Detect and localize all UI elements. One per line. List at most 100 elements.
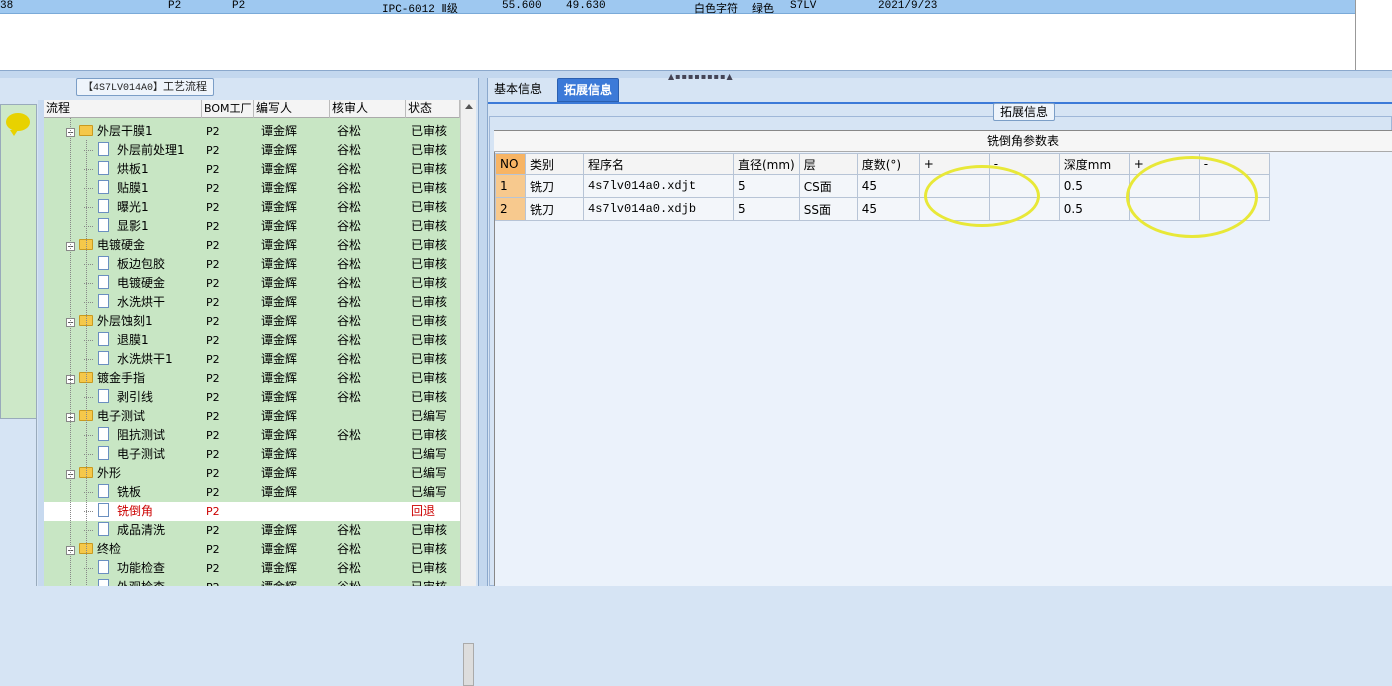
- tree-row-bom: P2: [206, 429, 220, 442]
- tree-row-status: 已审核: [411, 162, 448, 176]
- tree-row[interactable]: 电镀硬金 P2 谭金辉 谷松 已审核: [44, 274, 460, 293]
- document-icon: [98, 503, 109, 517]
- tree-row[interactable]: 电子测试 P2 谭金辉 已编写: [44, 445, 460, 464]
- tree-row[interactable]: 水洗烘干 P2 谭金辉 谷松 已审核: [44, 293, 460, 312]
- param-cell[interactable]: 45: [856, 197, 920, 221]
- chat-bubble-icon[interactable]: [6, 113, 30, 136]
- tree-row[interactable]: −外层蚀刻1 P2 谭金辉 谷松 已审核: [44, 312, 460, 331]
- param-cell[interactable]: 0.5: [1058, 174, 1130, 198]
- tree-row-bom: P2: [206, 296, 220, 309]
- tree-row-label: 贴膜1: [117, 181, 149, 195]
- tree-row-name: 烘板1: [84, 160, 149, 179]
- tree-row-status: 已审核: [411, 181, 448, 195]
- param-cell[interactable]: 4s7lv014a0.xdjt: [583, 174, 734, 198]
- tree-row[interactable]: 剥引线 P2 谭金辉 谷松 已审核: [44, 388, 460, 407]
- param-cell[interactable]: 45: [856, 174, 920, 198]
- scroll-up-icon[interactable]: [465, 104, 473, 109]
- tree-row[interactable]: 水洗烘干1 P2 谭金辉 谷松 已审核: [44, 350, 460, 369]
- tree-row-status: 已审核: [411, 257, 448, 271]
- tree-row-bom: P2: [206, 448, 220, 461]
- tree-row-name: 铣板: [84, 483, 141, 502]
- tree-row[interactable]: 烘板1 P2 谭金辉 谷松 已审核: [44, 160, 460, 179]
- tab-extended-info[interactable]: 拓展信息: [557, 78, 620, 102]
- tab-basic-info[interactable]: 基本信息: [488, 78, 548, 102]
- tree-row[interactable]: 退膜1 P2 谭金辉 谷松 已审核: [44, 331, 460, 350]
- tree-row[interactable]: −电子测试 P2 谭金辉 已编写: [44, 407, 460, 426]
- tree-row[interactable]: 功能检查 P2 谭金辉 谷松 已审核: [44, 559, 460, 578]
- top-cell-silkscreen: 白色字符: [694, 4, 738, 16]
- tree-row[interactable]: −电镀硬金 P2 谭金辉 谷松 已审核: [44, 236, 460, 255]
- param-col-header[interactable]: 层: [798, 153, 858, 175]
- tree-vertical-scrollbar[interactable]: [460, 100, 476, 686]
- tree-row-status: 已审核: [411, 390, 448, 404]
- param-cell[interactable]: 5: [733, 197, 800, 221]
- top-grid-selected-row[interactable]: 38 P2 P2 IPC-6012 Ⅱ级 55.600 49.630 白色字符 …: [0, 0, 1355, 16]
- tree-row-reviewer: 谷松: [337, 181, 362, 195]
- highlight-ellipse-depth-tolerance: [1126, 156, 1258, 238]
- param-col-header[interactable]: 程序名: [583, 153, 734, 175]
- tree-row-status: 回退: [411, 504, 436, 518]
- tree-row-label: 剥引线: [117, 390, 154, 404]
- top-cell-bom: P2: [168, 0, 182, 12]
- vertical-splitter[interactable]: [478, 78, 488, 586]
- tree-row-name: 退膜1: [84, 331, 149, 350]
- tree-row-name: −外形: [66, 464, 121, 483]
- tree-row-label: 电子测试: [97, 409, 146, 423]
- tree-row[interactable]: 曝光1 P2 谭金辉 谷松 已审核: [44, 198, 460, 217]
- tree-row-reviewer: 谷松: [337, 257, 362, 271]
- col-header-status[interactable]: 状态: [406, 100, 460, 118]
- tree-row[interactable]: 成品清洗 P2 谭金辉 谷松 已审核: [44, 521, 460, 540]
- tree-row[interactable]: −外层干膜1 P2 谭金辉 谷松 已审核: [44, 122, 460, 141]
- param-cell[interactable]: 0.5: [1058, 197, 1130, 221]
- param-cell[interactable]: 4s7lv014a0.xdjb: [583, 197, 734, 221]
- param-cell[interactable]: 铣刀: [525, 174, 584, 198]
- tree-row-reviewer: 谷松: [337, 542, 362, 556]
- tree-row-status: 已编写: [411, 466, 448, 480]
- tree-row-writer: 谭金辉: [261, 523, 298, 537]
- param-cell[interactable]: SS面: [798, 197, 858, 221]
- tree-row[interactable]: 铣倒角 P2 回退: [44, 502, 460, 521]
- document-icon: [98, 522, 109, 536]
- tree-row[interactable]: 显影1 P2 谭金辉 谷松 已审核: [44, 217, 460, 236]
- tree-row-bom: P2: [206, 524, 220, 537]
- param-cell[interactable]: 5: [733, 174, 800, 198]
- tree-row-writer: 谭金辉: [261, 200, 298, 214]
- tree-row[interactable]: 外观检查 P2 谭金辉 谷松 已审核: [44, 578, 460, 586]
- tree-row-name: 功能检查: [84, 559, 165, 578]
- tree-row[interactable]: −镀金手指 P2 谭金辉 谷松 已审核: [44, 369, 460, 388]
- col-header-bom[interactable]: BOM工厂: [202, 100, 254, 118]
- tree-row[interactable]: −外形 P2 谭金辉 已编写: [44, 464, 460, 483]
- tree-row[interactable]: −终检 P2 谭金辉 谷松 已审核: [44, 540, 460, 559]
- tree-row-writer: 谭金辉: [261, 485, 298, 499]
- param-col-header[interactable]: 度数(°): [856, 153, 920, 175]
- tree-row-writer: 谭金辉: [261, 162, 298, 176]
- document-icon: [98, 161, 109, 175]
- param-cell[interactable]: 铣刀: [525, 197, 584, 221]
- param-cell[interactable]: 1: [495, 174, 526, 198]
- tree-row-writer: 谭金辉: [261, 181, 298, 195]
- col-header-writer[interactable]: 编写人: [254, 100, 330, 118]
- tree-row[interactable]: 铣板 P2 谭金辉 已编写: [44, 483, 460, 502]
- scroll-thumb[interactable]: [463, 643, 474, 686]
- left-sidebar: [0, 104, 37, 419]
- order-code: 【4S7LV014A0】: [83, 83, 164, 94]
- tree-row-name: 剥引线: [84, 388, 154, 407]
- tree-row-label: 显影1: [117, 219, 149, 233]
- param-col-header[interactable]: 类别: [525, 153, 584, 175]
- param-cell[interactable]: 2: [495, 197, 526, 221]
- param-col-header[interactable]: 深度mm: [1058, 153, 1130, 175]
- tree-row-status: 已审核: [411, 352, 448, 366]
- tree-row[interactable]: 外层前处理1 P2 谭金辉 谷松 已审核: [44, 141, 460, 160]
- tree-row[interactable]: 阻抗测试 P2 谭金辉 谷松 已审核: [44, 426, 460, 445]
- param-col-header[interactable]: 直径(mm): [733, 153, 800, 175]
- tree-row-label: 外观检查: [117, 580, 165, 586]
- tree-row[interactable]: 贴膜1 P2 谭金辉 谷松 已审核: [44, 179, 460, 198]
- document-icon: [98, 484, 109, 498]
- param-col-header[interactable]: NO: [495, 153, 526, 175]
- col-header-flow[interactable]: 流程: [44, 100, 202, 118]
- param-cell[interactable]: CS面: [798, 174, 858, 198]
- tree-row-writer: 谭金辉: [261, 371, 298, 385]
- tree-row[interactable]: 板边包胶 P2 谭金辉 谷松 已审核: [44, 255, 460, 274]
- document-icon: [98, 389, 109, 403]
- col-header-reviewer[interactable]: 核审人: [330, 100, 406, 118]
